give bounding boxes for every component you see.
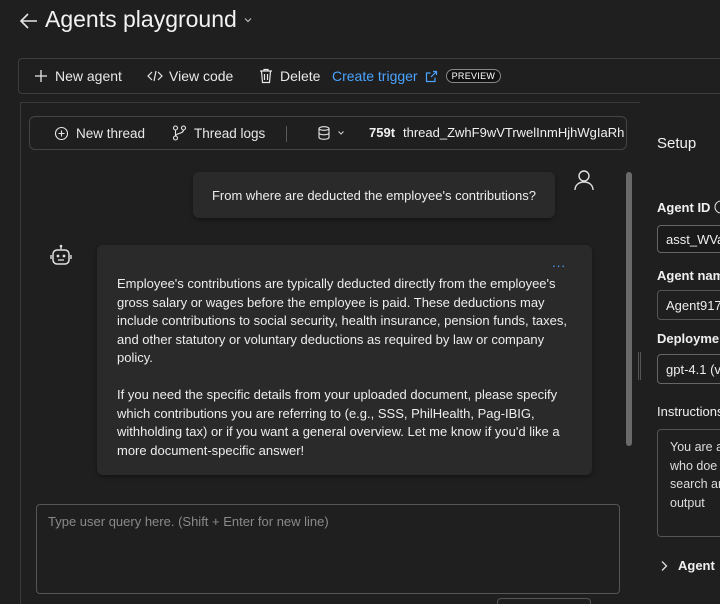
deployment-value: gpt-4.1 (v bbox=[666, 361, 720, 377]
divider bbox=[286, 126, 287, 142]
agent-section-label: Agent bbox=[678, 558, 715, 573]
back-arrow-icon[interactable] bbox=[18, 10, 40, 32]
chevron-down-icon bbox=[337, 129, 345, 137]
agent-message-text: Employee's contributions are typically d… bbox=[117, 275, 577, 479]
send-button[interactable] bbox=[497, 598, 591, 604]
user-query-input[interactable] bbox=[36, 504, 620, 594]
agent-name-field[interactable]: Agent917 bbox=[657, 290, 720, 320]
chevron-down-icon[interactable] bbox=[243, 15, 253, 25]
trash-icon bbox=[258, 68, 274, 84]
view-code-button[interactable]: View code bbox=[147, 59, 233, 93]
plus-circle-icon bbox=[54, 126, 69, 141]
agent-id-label: Agent ID bbox=[657, 200, 711, 215]
info-icon[interactable] bbox=[714, 200, 720, 214]
new-thread-button[interactable]: New thread bbox=[54, 117, 145, 149]
agent-section-toggle[interactable]: Agent bbox=[660, 558, 715, 573]
create-trigger-link[interactable]: Create trigger PREVIEW bbox=[332, 59, 502, 93]
view-code-label: View code bbox=[169, 68, 234, 84]
preview-badge: PREVIEW bbox=[445, 69, 502, 83]
page-title: Agents playground bbox=[45, 6, 237, 32]
thread-id: thread_ZwhF9wVTrwelInmHjhWgIaRh bbox=[403, 125, 625, 140]
deployment-label: Deploymen bbox=[657, 331, 720, 346]
user-message-text: From where are deducted the employee's c… bbox=[211, 187, 537, 203]
agent-id-value: asst_WVa bbox=[666, 231, 720, 247]
toolbar: New agent View code Delete Create trigge… bbox=[18, 58, 720, 94]
agent-message-bubble: ... Employee's contributions are typical… bbox=[97, 245, 592, 475]
user-avatar-icon bbox=[572, 168, 596, 192]
new-agent-button[interactable]: New agent bbox=[33, 59, 122, 93]
instructions-textarea[interactable]: You are a who doe search ar output bbox=[657, 429, 720, 537]
agent-name-label: Agent nam bbox=[657, 268, 720, 283]
thread-bar: New thread Thread logs 759t thread_ZwhF9… bbox=[29, 116, 627, 150]
agent-message-paragraph: Employee's contributions are typically d… bbox=[117, 276, 567, 365]
plus-icon bbox=[33, 68, 49, 84]
user-message-bubble: From where are deducted the employee's c… bbox=[193, 172, 555, 218]
create-trigger-label: Create trigger bbox=[332, 68, 418, 84]
database-icon bbox=[318, 126, 330, 140]
bot-icon bbox=[50, 244, 72, 268]
branch-icon bbox=[172, 125, 187, 141]
token-count: 759t bbox=[369, 125, 396, 140]
chat-scrollbar[interactable] bbox=[626, 172, 632, 446]
deployment-select[interactable]: gpt-4.1 (v bbox=[657, 354, 720, 384]
agent-message-paragraph: If you need the specific details from yo… bbox=[117, 387, 560, 458]
more-options-button[interactable]: ... bbox=[552, 255, 566, 270]
setup-title: Setup bbox=[657, 135, 697, 152]
chevron-right-icon bbox=[660, 560, 668, 572]
thread-logs-button[interactable]: Thread logs bbox=[172, 117, 265, 149]
data-source-dropdown[interactable] bbox=[318, 117, 345, 149]
new-thread-label: New thread bbox=[76, 125, 146, 141]
panel-resize-handle[interactable] bbox=[638, 352, 641, 380]
agent-id-field[interactable]: asst_WVa bbox=[657, 225, 720, 253]
delete-label: Delete bbox=[280, 68, 321, 84]
instructions-label: Instructions bbox=[657, 404, 720, 419]
thread-logs-label: Thread logs bbox=[194, 125, 266, 141]
code-icon bbox=[147, 68, 163, 84]
agent-name-value: Agent917 bbox=[666, 297, 720, 313]
delete-button[interactable]: Delete bbox=[258, 59, 320, 93]
new-agent-label: New agent bbox=[55, 68, 122, 84]
external-link-icon bbox=[424, 68, 440, 84]
